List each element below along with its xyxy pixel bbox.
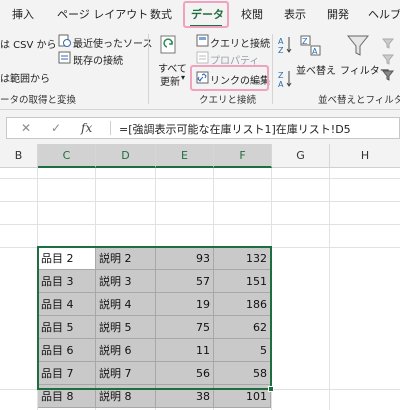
column-header-c[interactable]: C bbox=[38, 144, 96, 168]
existing-connections-icon bbox=[58, 51, 71, 64]
tab-insert[interactable]: 挿入 bbox=[12, 0, 34, 30]
tab-help[interactable]: ヘルプ bbox=[368, 0, 400, 30]
formula-box: ✕ ✓ fx =[強調表示可能な在庫リスト1]在庫リスト!D5 bbox=[6, 117, 400, 139]
svg-text:A: A bbox=[312, 47, 318, 56]
refresh-all-icon bbox=[160, 35, 176, 54]
queries-connections-button[interactable]: クエリと接続 bbox=[210, 35, 270, 50]
sort-descending-icon[interactable]: Z A bbox=[278, 70, 292, 88]
from-csv-button[interactable]: は CSV から bbox=[0, 36, 57, 51]
svg-text:A: A bbox=[278, 80, 284, 88]
column-header-e[interactable]: E bbox=[156, 144, 214, 168]
svg-text:Z: Z bbox=[278, 46, 284, 54]
grid-line bbox=[0, 178, 400, 179]
properties-icon bbox=[196, 51, 209, 64]
selection-border bbox=[37, 246, 272, 390]
filter-icon bbox=[347, 35, 369, 56]
tab-review[interactable]: 校閲 bbox=[241, 0, 263, 30]
tab-view[interactable]: 表示 bbox=[284, 0, 306, 30]
column-header-g[interactable]: G bbox=[272, 144, 330, 168]
tab-developer[interactable]: 開発 bbox=[327, 0, 349, 30]
svg-text:Z: Z bbox=[302, 37, 308, 46]
formula-input[interactable]: =[強調表示可能な在庫リスト1]在庫リスト!D5 bbox=[119, 121, 351, 137]
group-label-get-transform: ータの取得と変換 bbox=[0, 95, 77, 106]
fx-icon[interactable]: fx bbox=[81, 121, 92, 135]
grid-line bbox=[329, 168, 330, 410]
group-separator bbox=[272, 34, 273, 104]
svg-text:Z: Z bbox=[278, 71, 284, 80]
formula-bar: ✕ ✓ fx =[強調表示可能な在庫リスト1]在庫リスト!D5 bbox=[0, 110, 400, 144]
edit-links-highlight bbox=[190, 65, 269, 91]
column-header-f[interactable]: F bbox=[214, 144, 272, 168]
tab-data-highlight bbox=[183, 1, 229, 28]
group-label-sort-filter: 並べ替えとフィルター bbox=[318, 95, 400, 106]
sort-button[interactable]: 並べ替え bbox=[296, 62, 336, 77]
ribbon: は CSV から 最近使ったソース 既存の接続 は範囲から ータの取得と変換 す… bbox=[0, 30, 400, 110]
column-headers: B C D E F G H bbox=[0, 144, 400, 168]
grid-line bbox=[0, 224, 400, 225]
from-range-button[interactable]: は範囲から bbox=[0, 70, 50, 85]
sort-ascending-icon[interactable]: A Z bbox=[278, 36, 292, 54]
recent-sources-button[interactable]: 最近使ったソース bbox=[73, 35, 153, 50]
recent-sources-icon bbox=[58, 34, 71, 47]
chevron-down-icon[interactable]: ▾ bbox=[181, 73, 185, 82]
tab-formulas[interactable]: 数式 bbox=[150, 0, 172, 30]
tab-page-layout[interactable]: ページ レイアウト bbox=[57, 0, 148, 30]
filter-options-icon[interactable] bbox=[382, 38, 396, 86]
group-separator bbox=[148, 34, 149, 104]
column-header-d[interactable]: D bbox=[96, 144, 156, 168]
column-header-b[interactable]: B bbox=[0, 144, 38, 168]
fill-handle[interactable] bbox=[268, 386, 274, 392]
column-header-h[interactable]: H bbox=[330, 144, 400, 168]
group-label-queries-connections: クエリと接続 bbox=[199, 95, 257, 106]
formula-separator bbox=[110, 121, 111, 135]
existing-connections-button[interactable]: 既存の接続 bbox=[73, 52, 123, 67]
ribbon-tab-bar: 挿入 ページ レイアウト 数式 データ 校閲 表示 開発 ヘルプ bbox=[0, 0, 400, 30]
cancel-icon[interactable]: ✕ bbox=[21, 121, 31, 135]
refresh-all-label-line2[interactable]: 更新 bbox=[160, 73, 180, 88]
svg-text:A: A bbox=[278, 37, 284, 46]
queries-connections-icon bbox=[196, 34, 209, 47]
grid-line bbox=[0, 201, 400, 202]
enter-icon[interactable]: ✓ bbox=[51, 121, 61, 135]
sort-icon: Z A bbox=[300, 35, 321, 56]
